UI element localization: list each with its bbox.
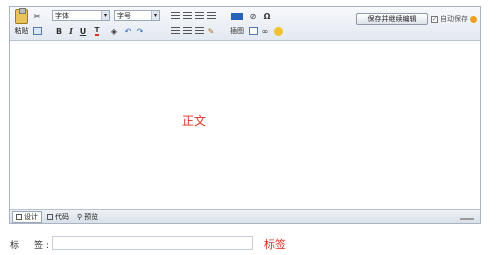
highlight-color-button[interactable]: ◈: [107, 25, 121, 37]
resize-handle-icon[interactable]: [460, 213, 474, 220]
editor-statusbar: 设计 代码 ⚲ 预览: [10, 209, 480, 223]
paste-label: 粘贴: [14, 27, 29, 35]
smiley-icon: [273, 26, 283, 36]
tag-row: 标 签: 标签: [10, 236, 310, 252]
undo-button[interactable]: ↶: [123, 25, 133, 37]
editor-content-area[interactable]: 正文: [10, 42, 480, 209]
insert-table-button[interactable]: [248, 25, 258, 37]
autosave-checkbox[interactable]: ✓: [431, 15, 438, 23]
tag-label: 标 签:: [10, 241, 53, 251]
preview-mode-label: 预览: [84, 212, 99, 221]
format-brush-button[interactable]: ✎: [206, 25, 216, 37]
align-left-button[interactable]: [170, 25, 180, 37]
cut-button[interactable]: ✂: [32, 10, 42, 22]
rich-text-editor: 粘贴 ✂ 字体 ▾ 字号 ▾ B I U T ◈ ↶ ↷ ✎ ⊘ Ω 插图 ∞ …: [9, 6, 481, 224]
save-and-continue-button[interactable]: 保存并继续编辑: [356, 13, 428, 25]
design-mode-label: 设计: [24, 212, 38, 221]
tag-annotation: 标签: [264, 238, 286, 251]
insert-link-button[interactable]: ∞: [260, 25, 270, 37]
ordered-list-icon: [170, 12, 180, 20]
horizontal-rule-icon: [231, 12, 243, 20]
text-color-icon: T: [94, 26, 100, 36]
code-mode-label: 代码: [55, 212, 69, 221]
link-icon: ∞: [261, 26, 269, 36]
font-size-value: 字号: [117, 11, 131, 20]
search-icon: ⚲: [77, 212, 83, 221]
copy-icon: [32, 27, 42, 35]
italic-label: I: [69, 26, 73, 36]
paste-button[interactable]: 粘贴: [13, 8, 30, 39]
insert-image-label: 插图: [230, 27, 244, 35]
special-char-button[interactable]: Ω: [261, 10, 273, 22]
align-right-icon: [194, 27, 204, 35]
tab-preview-mode[interactable]: ⚲ 预览: [74, 211, 101, 223]
clipboard-icon: [15, 8, 28, 24]
font-family-value: 字体: [55, 11, 69, 20]
bold-label: B: [55, 26, 63, 36]
font-size-select[interactable]: 字号 ▾: [114, 10, 160, 21]
insert-line-button[interactable]: [230, 10, 244, 22]
help-icon[interactable]: [470, 15, 477, 23]
code-mode-icon: [47, 213, 53, 220]
ordered-list-button[interactable]: [170, 10, 180, 22]
underline-button[interactable]: U: [78, 25, 88, 37]
outdent-button[interactable]: [194, 10, 204, 22]
design-mode-icon: [16, 213, 22, 220]
underline-label: U: [79, 26, 87, 36]
redo-button[interactable]: ↷: [135, 25, 145, 37]
insert-flash-button[interactable]: ⊘: [247, 10, 259, 22]
table-icon: [248, 27, 258, 35]
unordered-list-button[interactable]: [182, 10, 192, 22]
autosave-toggle[interactable]: ✓ 自动保存: [431, 13, 477, 25]
bold-button[interactable]: B: [54, 25, 64, 37]
brush-icon: ✎: [207, 26, 215, 36]
chevron-down-icon: ▾: [151, 11, 159, 20]
body-text-placeholder: 正文: [182, 114, 207, 128]
insert-emoticon-button[interactable]: [272, 25, 284, 37]
align-left-icon: [170, 27, 180, 35]
redo-icon: ↷: [136, 26, 144, 36]
copy-button[interactable]: [32, 25, 42, 37]
align-center-button[interactable]: [182, 25, 192, 37]
align-center-icon: [182, 27, 192, 35]
omega-icon: Ω: [263, 11, 271, 21]
align-right-button[interactable]: [194, 25, 204, 37]
text-color-button[interactable]: T: [90, 25, 104, 37]
undo-icon: ↶: [124, 26, 132, 36]
paint-bucket-icon: ◈: [110, 26, 118, 36]
tag-input[interactable]: [52, 236, 253, 250]
autosave-label: 自动保存: [440, 15, 468, 23]
indent-button[interactable]: [206, 10, 216, 22]
chevron-down-icon: ▾: [101, 11, 109, 20]
scissors-icon: ✂: [33, 11, 41, 21]
indent-icon: [206, 12, 216, 20]
tab-code-mode[interactable]: 代码: [44, 211, 72, 223]
tab-design-mode[interactable]: 设计: [12, 210, 42, 223]
font-family-select[interactable]: 字体 ▾: [52, 10, 110, 21]
insert-image-button[interactable]: 插图: [228, 25, 246, 37]
italic-button[interactable]: I: [66, 25, 76, 37]
editor-toolbar: 粘贴 ✂ 字体 ▾ 字号 ▾ B I U T ◈ ↶ ↷ ✎ ⊘ Ω 插图 ∞ …: [10, 7, 480, 41]
compass-icon: ⊘: [249, 11, 257, 21]
outdent-icon: [194, 12, 204, 20]
bullet-list-icon: [182, 12, 192, 20]
